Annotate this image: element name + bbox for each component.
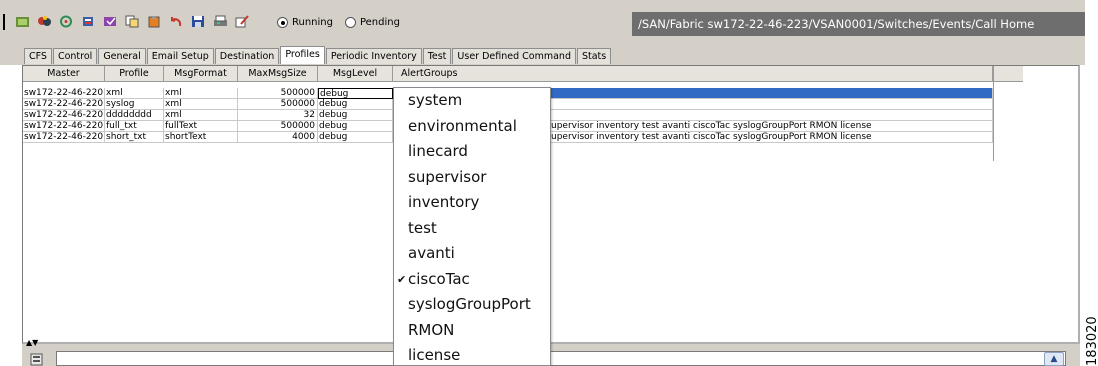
tab-test[interactable]: Test — [422, 48, 452, 64]
column-header-master[interactable]: Master — [23, 66, 105, 82]
dropdown-item-label: syslogGroupPort — [408, 295, 531, 313]
table-cell-profile[interactable]: xml — [105, 88, 164, 99]
table-cell-size[interactable]: 500000 — [238, 121, 318, 132]
profiles-table: Master Profile MsgFormat MaxMsgSize MsgLevel… — [22, 65, 1080, 344]
dropdown-item-label: inventory — [408, 193, 480, 211]
table-cell-format[interactable]: xml — [164, 110, 238, 121]
toolbar-icons — [14, 14, 251, 29]
table-cell-profile[interactable]: syslog — [105, 99, 164, 110]
column-header-maxmsgsize[interactable]: MaxMsgSize — [238, 66, 318, 82]
tabs: CFS Control General Email Setup Destination P… — [24, 46, 612, 64]
table-cell-master[interactable]: sw172-22-46-220 — [23, 132, 105, 143]
dropdown-item-label: linecard — [408, 142, 468, 160]
mode-radio-group: Running Pending — [277, 17, 408, 28]
table-cell-level[interactable]: debug — [318, 88, 393, 99]
log-icon[interactable] — [30, 353, 44, 366]
toolbar: Running Pending /SAN/Fabric sw172-22-46-… — [0, 0, 1085, 43]
print-icon[interactable] — [212, 14, 229, 29]
tab-stats[interactable]: Stats — [576, 48, 612, 64]
dropdown-item-system[interactable]: system — [394, 88, 550, 114]
table-cell-size[interactable]: 500000 — [238, 99, 318, 110]
table-cell-master[interactable]: sw172-22-46-220 — [23, 121, 105, 132]
table-cell-size[interactable]: 32 — [238, 110, 318, 121]
dropdown-item-environmental[interactable]: environmental — [394, 114, 550, 140]
dropdown-item-label: ciscoTac — [408, 269, 470, 288]
dropdown-item-label: environmental — [408, 116, 517, 135]
tab-periodic-inventory[interactable]: Periodic Inventory — [325, 48, 422, 64]
dropdown-item-label: supervisor — [408, 167, 487, 186]
table-cell-master[interactable]: sw172-22-46-220 — [23, 110, 105, 121]
apply-icon[interactable] — [102, 14, 119, 29]
refresh-icon[interactable] — [14, 14, 31, 29]
table-cell-profile[interactable]: full_txt — [105, 121, 164, 132]
paste-icon[interactable] — [146, 14, 163, 29]
dropdown-item-label: avanti — [408, 244, 455, 262]
dropdown-item-supervisor[interactable]: supervisor — [394, 165, 550, 191]
dropdown-item-linecard[interactable]: linecard — [394, 139, 550, 165]
table-cell-level[interactable]: debug — [318, 110, 393, 121]
column-header-msglevel[interactable]: MsgLevel — [318, 66, 393, 82]
table-cell-profile[interactable]: short_txt — [105, 132, 164, 143]
tab-control[interactable]: Control — [52, 48, 98, 64]
log-output[interactable] — [56, 351, 1066, 366]
tab-email-setup[interactable]: Email Setup — [146, 48, 214, 64]
table-header: Master Profile MsgFormat MaxMsgSize MsgLevel… — [23, 66, 1023, 82]
dropdown-item-sysloggroupport[interactable]: syslogGroupPort — [394, 292, 550, 318]
toolbar-grip[interactable] — [3, 14, 7, 30]
table-cell-size[interactable]: 500000 — [238, 88, 318, 99]
table-cell-format[interactable]: xml — [164, 99, 238, 110]
tab-general[interactable]: General — [98, 48, 146, 64]
table-cell-master[interactable]: sw172-22-46-220 — [23, 99, 105, 110]
column-header-alertgroups[interactable]: AlertGroups — [393, 66, 993, 82]
tab-strip: CFS Control General Email Setup Destination P… — [0, 43, 1085, 65]
table-cell-size[interactable]: 4000 — [238, 132, 318, 143]
table-cell-level[interactable]: debug — [318, 99, 393, 110]
column-divider — [993, 66, 994, 161]
export-icon[interactable] — [80, 14, 97, 29]
dropdown-item-label: system — [408, 91, 463, 109]
tab-cfs[interactable]: CFS — [24, 48, 52, 64]
scroll-up-icon[interactable]: ▲ — [1044, 352, 1064, 366]
table-cell-format[interactable]: shortText — [164, 132, 238, 143]
column-header-msgformat[interactable]: MsgFormat — [164, 66, 238, 82]
dropdown-item-ciscotac[interactable]: ✔ ciscoTac — [394, 267, 550, 293]
edit-icon[interactable] — [234, 14, 251, 29]
column-header-profile[interactable]: Profile — [105, 66, 164, 82]
devices-icon[interactable] — [36, 14, 53, 29]
figure-id: 183020 — [1083, 310, 1098, 366]
alert-groups-dropdown: system environmental linecard supervisor inv… — [393, 87, 551, 366]
table-cell-format[interactable]: fullText — [164, 121, 238, 132]
table-cell-profile[interactable]: dddddddd — [105, 110, 164, 121]
navigation-path: /SAN/Fabric sw172-22-46-223/VSAN0001/Swi… — [632, 12, 1085, 36]
copy-icon[interactable] — [124, 14, 141, 29]
table-cell-master[interactable]: sw172-22-46-220 — [23, 88, 105, 99]
dropdown-item-label: test — [408, 218, 437, 237]
tab-destination[interactable]: Destination — [214, 48, 280, 64]
undo-icon[interactable] — [168, 14, 185, 29]
dropdown-item-test[interactable]: test — [394, 216, 550, 242]
splitter-arrows-icon[interactable]: ▲▼ — [26, 339, 38, 347]
dropdown-item-rmon[interactable]: RMON — [394, 318, 550, 344]
radio-pending[interactable] — [344, 17, 356, 28]
radio-running-label[interactable]: Running — [292, 17, 333, 28]
dropdown-item-label: license — [408, 346, 461, 364]
figure-id-text: 183020 — [1085, 316, 1098, 366]
radio-running[interactable] — [277, 17, 288, 28]
dropdown-item-avanti[interactable]: avanti — [394, 241, 550, 267]
dropdown-item-inventory[interactable]: inventory — [394, 190, 550, 216]
dropdown-item-license[interactable]: license — [394, 343, 550, 366]
table-cell-level[interactable]: debug — [318, 132, 393, 143]
table-cell-format[interactable]: xml — [164, 88, 238, 99]
dropdown-item-label: RMON — [408, 320, 455, 339]
radio-pending-label[interactable]: Pending — [360, 17, 400, 28]
tab-profiles[interactable]: Profiles — [280, 46, 325, 64]
save-icon[interactable] — [190, 14, 207, 29]
table-cell-level[interactable]: debug — [318, 121, 393, 132]
check-icon: ✔ — [397, 272, 407, 286]
discovery-icon[interactable] — [58, 14, 75, 29]
tab-user-defined-command[interactable]: User Defined Command — [452, 48, 576, 64]
